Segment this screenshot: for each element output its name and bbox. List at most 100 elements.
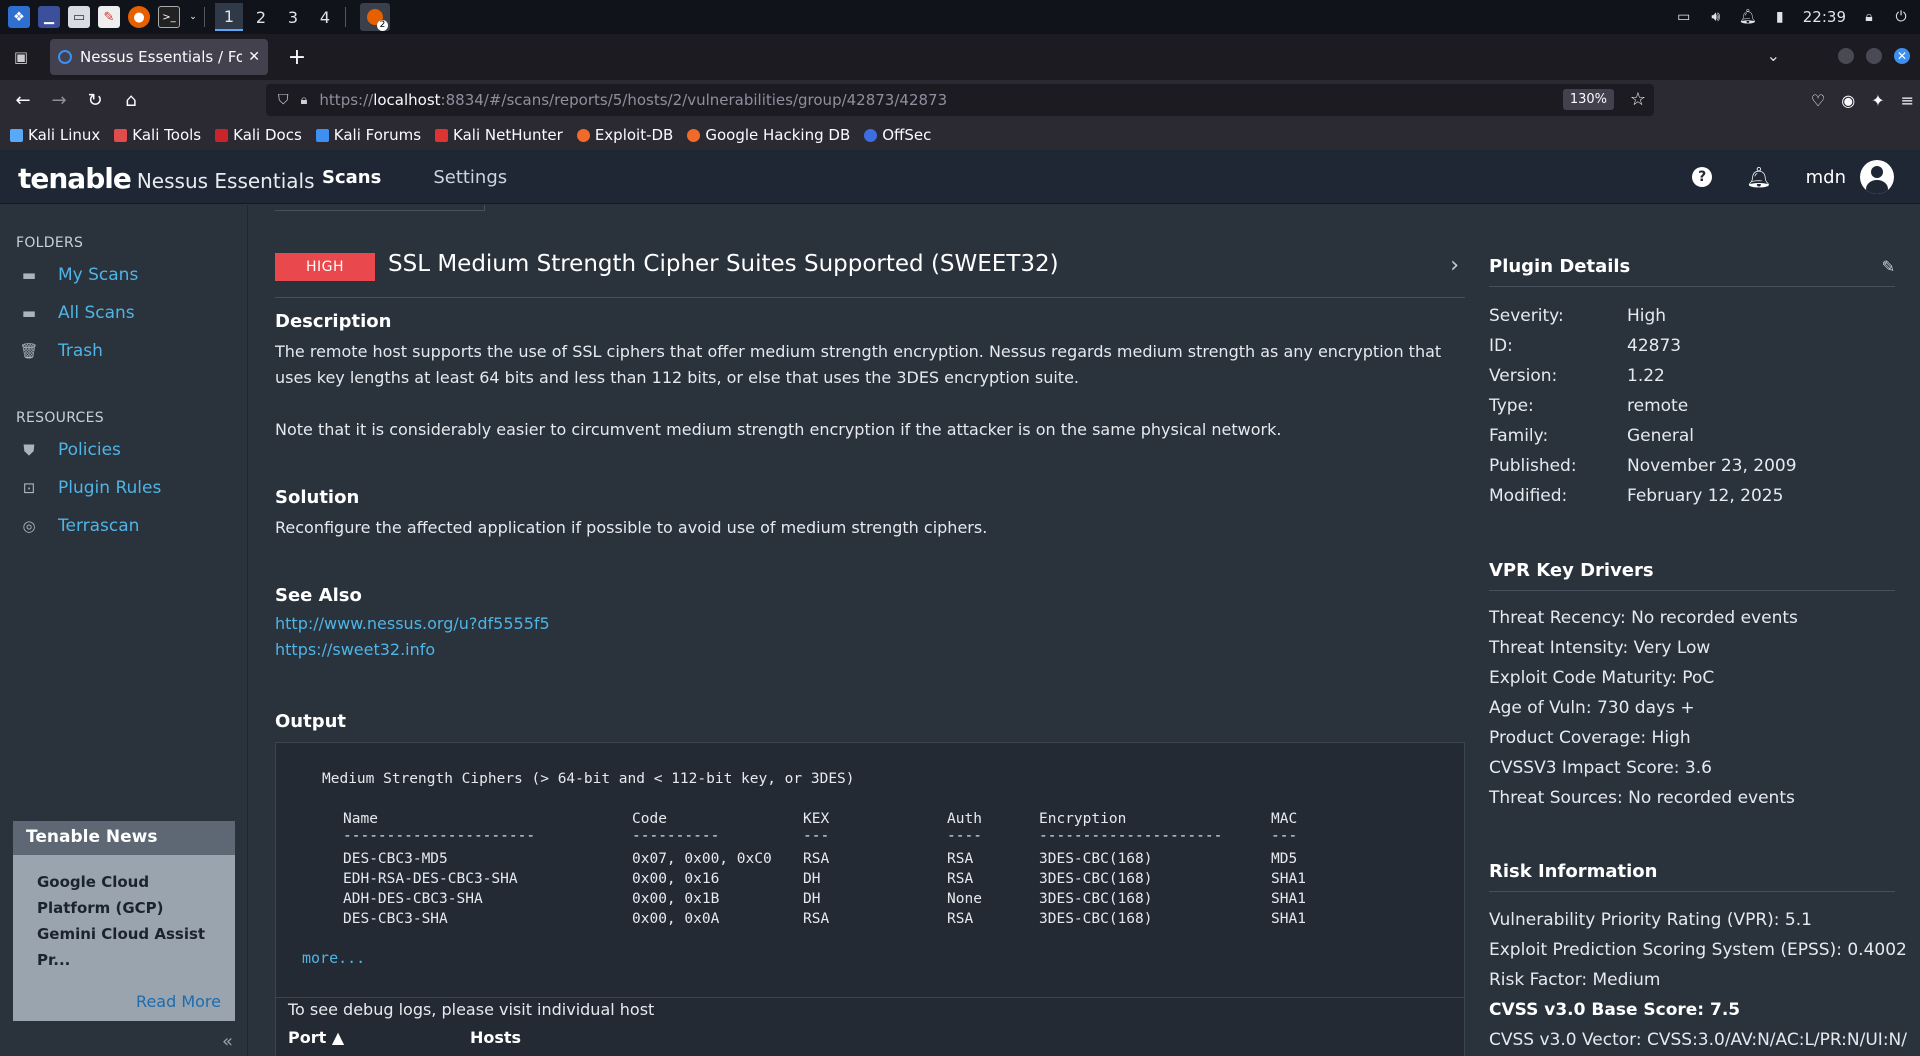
workspace-1[interactable]: 1 <box>215 3 243 31</box>
output-column-header: Name <box>343 811 378 827</box>
policy-shield-icon: ⛊ <box>23 441 35 459</box>
workspace-3[interactable]: 3 <box>279 3 307 31</box>
output-cell: SHA1 <box>1271 911 1306 927</box>
tenable-logo[interactable]: tenable Nessus Essentials <box>18 162 315 195</box>
chevron-down-icon[interactable]: ⌄ <box>188 6 198 28</box>
url-text[interactable]: https://localhost:8834/#/scans/reports/5… <box>319 91 947 109</box>
user-menu[interactable]: mdn <box>1806 160 1894 194</box>
tab-list-icon[interactable]: ▣ <box>6 42 36 72</box>
offsec-icon <box>864 128 878 142</box>
output-column-rule: --------------------- <box>1039 828 1223 844</box>
nav-scans[interactable]: Scans <box>322 167 381 188</box>
url-bar[interactable]: ⛉ 🔒︎ https://localhost:8834/#/scans/repo… <box>266 84 1654 116</box>
display-icon[interactable]: ▭ <box>1675 9 1693 25</box>
plugin-detail-value: 1.22 <box>1627 366 1665 386</box>
close-window-button[interactable]: ✕ <box>1894 48 1910 64</box>
back-icon[interactable]: ← <box>6 83 40 117</box>
nav-settings[interactable]: Settings <box>433 167 507 188</box>
bookmark-kali-docs[interactable]: Kali Docs <box>215 126 302 144</box>
sidebar-item-policies[interactable]: ⛊ Policies <box>20 440 121 460</box>
output-cell: 0x00, 0x1B <box>632 891 720 907</box>
plugin-output: Medium Strength Ciphers (> 64-bit and < … <box>275 742 1465 998</box>
bookmark-google-hacking-db[interactable]: Google Hacking DB <box>687 126 850 144</box>
vpr-driver: Threat Intensity: Very Low <box>1489 638 1711 658</box>
workspace-4[interactable]: 4 <box>311 3 339 31</box>
sidebar-item-plugin-rules[interactable]: ⊡ Plugin Rules <box>20 478 162 498</box>
more-link[interactable]: more... <box>302 949 365 967</box>
bookmark-kali-nethunter[interactable]: Kali NetHunter <box>435 126 563 144</box>
output-column-header: Auth <box>947 811 982 827</box>
output-heading: Output <box>275 711 347 732</box>
solution-text: Reconfigure the affected application if … <box>275 518 988 537</box>
notifications-bell-icon[interactable]: 🔔︎ <box>1746 165 1771 189</box>
plugin-detail-key: ID: <box>1489 336 1513 356</box>
text-editor-icon[interactable]: ✎ <box>98 6 120 28</box>
chevron-right-icon[interactable]: › <box>1450 253 1459 278</box>
see-also-link[interactable]: https://sweet32.info <box>275 640 435 659</box>
output-cell: 3DES-CBC(168) <box>1039 891 1153 907</box>
firefox-icon[interactable]: ● <box>128 6 150 28</box>
port-column-header[interactable]: Port ▲ <box>288 1028 344 1047</box>
new-tab-button[interactable]: + <box>282 45 312 70</box>
bookmark-kali-forums[interactable]: Kali Forums <box>315 126 421 144</box>
kali-menu-icon[interactable]: ❖ <box>8 6 30 28</box>
collapse-sidebar-icon[interactable]: « <box>222 1031 233 1052</box>
clock[interactable]: 22:39 <box>1803 8 1846 26</box>
output-cell: DES-CBC3-SHA <box>343 911 448 927</box>
menu-icon[interactable]: ≡ <box>1901 91 1914 110</box>
plugin-detail-row: Version: 1.22 <box>1489 366 1665 386</box>
risk-info-line: Vulnerability Priority Rating (VPR): 5.1 <box>1489 910 1812 930</box>
window-controls: ✕ <box>1838 48 1910 64</box>
workspace-2[interactable]: 2 <box>247 3 275 31</box>
bookmark-star-icon[interactable]: ☆ <box>1630 89 1646 110</box>
site-lock-icon[interactable]: 🔒︎ <box>301 93 308 108</box>
sidebar-item-trash[interactable]: 🗑︎ Trash <box>19 341 102 361</box>
close-tab-icon[interactable]: ✕ <box>248 49 260 65</box>
sidebar-item-my-scans[interactable]: ▬ My Scans <box>20 265 138 285</box>
file-manager-icon[interactable]: ▭ <box>68 6 90 28</box>
plugin-detail-row: Family: General <box>1489 426 1694 446</box>
see-also-link[interactable]: http://www.nessus.org/u?df5555f5 <box>275 614 550 633</box>
pocket-icon[interactable]: ♡ <box>1811 91 1825 110</box>
browser-tab[interactable]: Nessus Essentials / Folders ✕ <box>50 39 268 75</box>
edit-pencil-icon[interactable]: ✎ <box>1882 257 1895 276</box>
terminal-icon[interactable]: >_ <box>158 6 180 28</box>
sidebar-item-terrascan[interactable]: ◎ Terrascan <box>20 516 139 536</box>
output-cell: RSA <box>947 871 974 887</box>
risk-info-line: Exploit Prediction Scoring System (EPSS)… <box>1489 940 1907 960</box>
plugin-detail-key: Family: <box>1489 426 1549 446</box>
list-all-tabs-icon[interactable]: ⌄ <box>1767 46 1780 65</box>
extensions-icon[interactable]: ✦ <box>1871 91 1884 110</box>
battery-icon[interactable]: ▮ <box>1771 9 1789 25</box>
notification-bell-icon[interactable]: 🔔︎ <box>1739 9 1757 25</box>
maximize-button[interactable] <box>1866 48 1882 64</box>
zoom-indicator[interactable]: 130% <box>1562 89 1614 110</box>
output-column-rule: ---------- <box>632 828 720 844</box>
vuln-title-row: HIGH SSL Medium Strength Cipher Suites S… <box>275 249 1465 298</box>
desktop-icon[interactable]: ▁ <box>38 6 60 28</box>
lock-icon[interactable]: 🔒︎ <box>1860 9 1878 25</box>
bookmark-exploit-db[interactable]: Exploit-DB <box>576 126 673 144</box>
power-icon[interactable]: ⏻ <box>1892 9 1910 25</box>
vpr-driver: CVSSV3 Impact Score: 3.6 <box>1489 758 1712 778</box>
bookmark-offsec[interactable]: OffSec <box>864 126 931 144</box>
sidebar-item-all-scans[interactable]: ▬ All Scans <box>20 303 135 323</box>
hosts-column-header[interactable]: Hosts <box>470 1028 521 1047</box>
cvss-base-score: CVSS v3.0 Base Score: 7.5 <box>1489 1000 1741 1020</box>
account-icon[interactable]: ◉ <box>1841 91 1855 110</box>
output-column-header: MAC <box>1271 811 1298 827</box>
browser-tab-strip: ▣ Nessus Essentials / Folders ✕ + ⌄ ✕ <box>0 34 1920 80</box>
tracking-shield-icon[interactable]: ⛉ <box>278 92 289 108</box>
volume-icon[interactable]: 🔊︎ <box>1707 9 1725 25</box>
forward-icon[interactable]: → <box>42 83 76 117</box>
bookmark-kali-linux[interactable]: Kali Linux <box>10 126 100 144</box>
news-headline[interactable]: Google Cloud Platform (GCP) Gemini Cloud… <box>13 855 235 987</box>
bookmark-kali-tools[interactable]: Kali Tools <box>114 126 201 144</box>
firefox-window-icon[interactable]: 2 <box>360 3 390 31</box>
reload-icon[interactable]: ↻ <box>78 83 112 117</box>
minimize-button[interactable] <box>1838 48 1854 64</box>
read-more-link[interactable]: Read More <box>136 992 221 1011</box>
os-taskbar: ❖ ▁ ▭ ✎ ● >_ ⌄ 1 2 3 4 2 ▭ 🔊︎ 🔔︎ ▮ 22:39… <box>0 0 1920 34</box>
help-icon[interactable]: ? <box>1692 167 1713 187</box>
home-icon[interactable]: ⌂ <box>114 83 148 117</box>
